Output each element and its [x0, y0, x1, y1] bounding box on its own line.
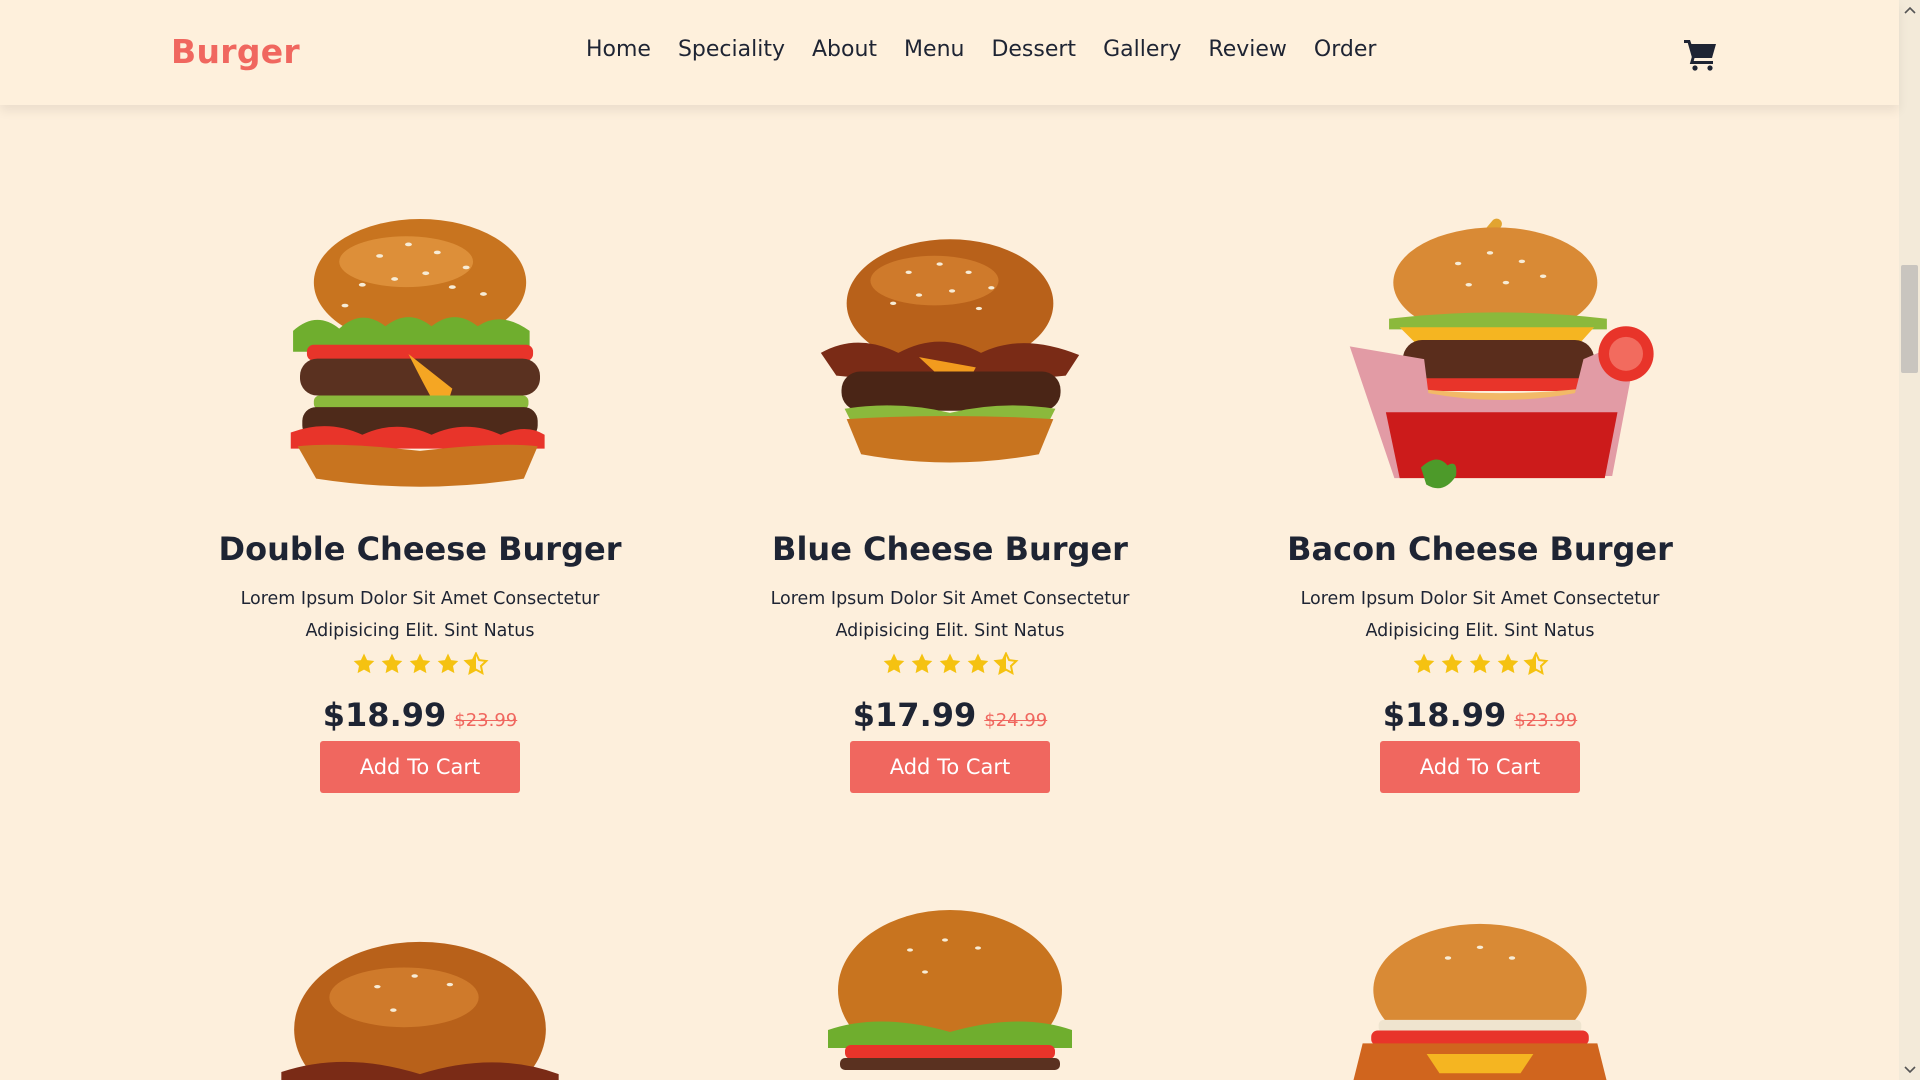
- nav-link-gallery[interactable]: Gallery: [1103, 37, 1181, 62]
- burger-image: [820, 239, 1080, 463]
- product-description: Lorem Ipsum Dolor Sit Amet Consectetur A…: [1300, 589, 1660, 641]
- product-description: Lorem Ipsum Dolor Sit Amet Consectetur A…: [770, 589, 1130, 641]
- scrollbar[interactable]: [1899, 0, 1920, 1080]
- product-card: Blue Cheese Burger Lorem Ipsum Dolor Sit…: [690, 190, 1210, 810]
- star-icon: [1439, 652, 1465, 676]
- star-icon: [1411, 652, 1437, 676]
- scroll-down-icon[interactable]: [1899, 1060, 1920, 1080]
- product-old-price: $24.99: [984, 710, 1048, 731]
- star-half-icon: [463, 652, 489, 676]
- star-icon: [1495, 652, 1521, 676]
- nav-link-order[interactable]: Order: [1314, 37, 1377, 62]
- add-to-cart-button[interactable]: Add To Cart: [1380, 741, 1580, 793]
- rating-stars: [690, 652, 1210, 676]
- nav-link-about[interactable]: About: [812, 37, 877, 62]
- burger-image: [1352, 923, 1608, 1080]
- navbar: Burger Home Speciality About Menu Desser…: [0, 0, 1899, 105]
- products-grid: Double Cheese Burger Lorem Ipsum Dolor S…: [160, 190, 1740, 1080]
- cart-icon[interactable]: [1682, 36, 1718, 72]
- add-to-cart-button[interactable]: Add To Cart: [850, 741, 1050, 793]
- product-old-price: $23.99: [454, 710, 518, 731]
- product-old-price: $23.99: [1514, 710, 1578, 731]
- price-row: $18.99 $23.99: [160, 696, 680, 734]
- product-title: Bacon Cheese Burger: [1287, 530, 1673, 568]
- product-card: Double Cheese Burger Lorem Ipsum Dolor S…: [160, 190, 680, 810]
- add-to-cart-button[interactable]: Add To Cart: [320, 741, 520, 793]
- nav-link-speciality[interactable]: Speciality: [678, 37, 785, 62]
- burger-image: [1349, 216, 1654, 489]
- star-icon: [909, 652, 935, 676]
- star-icon: [379, 652, 405, 676]
- nav-link-menu[interactable]: Menu: [904, 37, 964, 62]
- star-icon: [937, 652, 963, 676]
- brand-logo[interactable]: Burger: [171, 32, 300, 71]
- star-icon: [1467, 652, 1493, 676]
- product-description: Lorem Ipsum Dolor Sit Amet Consectetur A…: [240, 589, 600, 641]
- star-icon: [965, 652, 991, 676]
- star-half-icon: [993, 652, 1019, 676]
- rating-stars: [1220, 652, 1740, 676]
- nav-link-review[interactable]: Review: [1208, 37, 1287, 62]
- product-card: [160, 912, 680, 1080]
- product-price: $18.99: [1382, 696, 1507, 734]
- nav-link-home[interactable]: Home: [586, 37, 651, 62]
- star-icon: [351, 652, 377, 676]
- burger-image: [290, 219, 545, 487]
- star-half-icon: [1523, 652, 1549, 676]
- product-price: $18.99: [322, 696, 447, 734]
- price-row: $18.99 $23.99: [1220, 696, 1740, 734]
- scrollbar-thumb[interactable]: [1901, 265, 1918, 373]
- star-icon: [881, 652, 907, 676]
- rating-stars: [160, 652, 680, 676]
- nav-link-dessert[interactable]: Dessert: [991, 37, 1076, 62]
- burger-image: [281, 941, 559, 1080]
- product-title: Blue Cheese Burger: [772, 530, 1128, 568]
- product-title: Double Cheese Burger: [218, 530, 622, 568]
- product-card: [690, 890, 1210, 1080]
- scroll-up-icon[interactable]: [1899, 0, 1920, 20]
- product-card: [1220, 908, 1740, 1080]
- price-row: $17.99 $24.99: [690, 696, 1210, 734]
- product-card: Bacon Cheese Burger Lorem Ipsum Dolor Si…: [1220, 190, 1740, 810]
- product-price: $17.99: [852, 696, 977, 734]
- burger-image: [828, 910, 1072, 1070]
- star-icon: [435, 652, 461, 676]
- star-icon: [407, 652, 433, 676]
- nav-links: Home Speciality About Menu Dessert Galle…: [586, 37, 1376, 62]
